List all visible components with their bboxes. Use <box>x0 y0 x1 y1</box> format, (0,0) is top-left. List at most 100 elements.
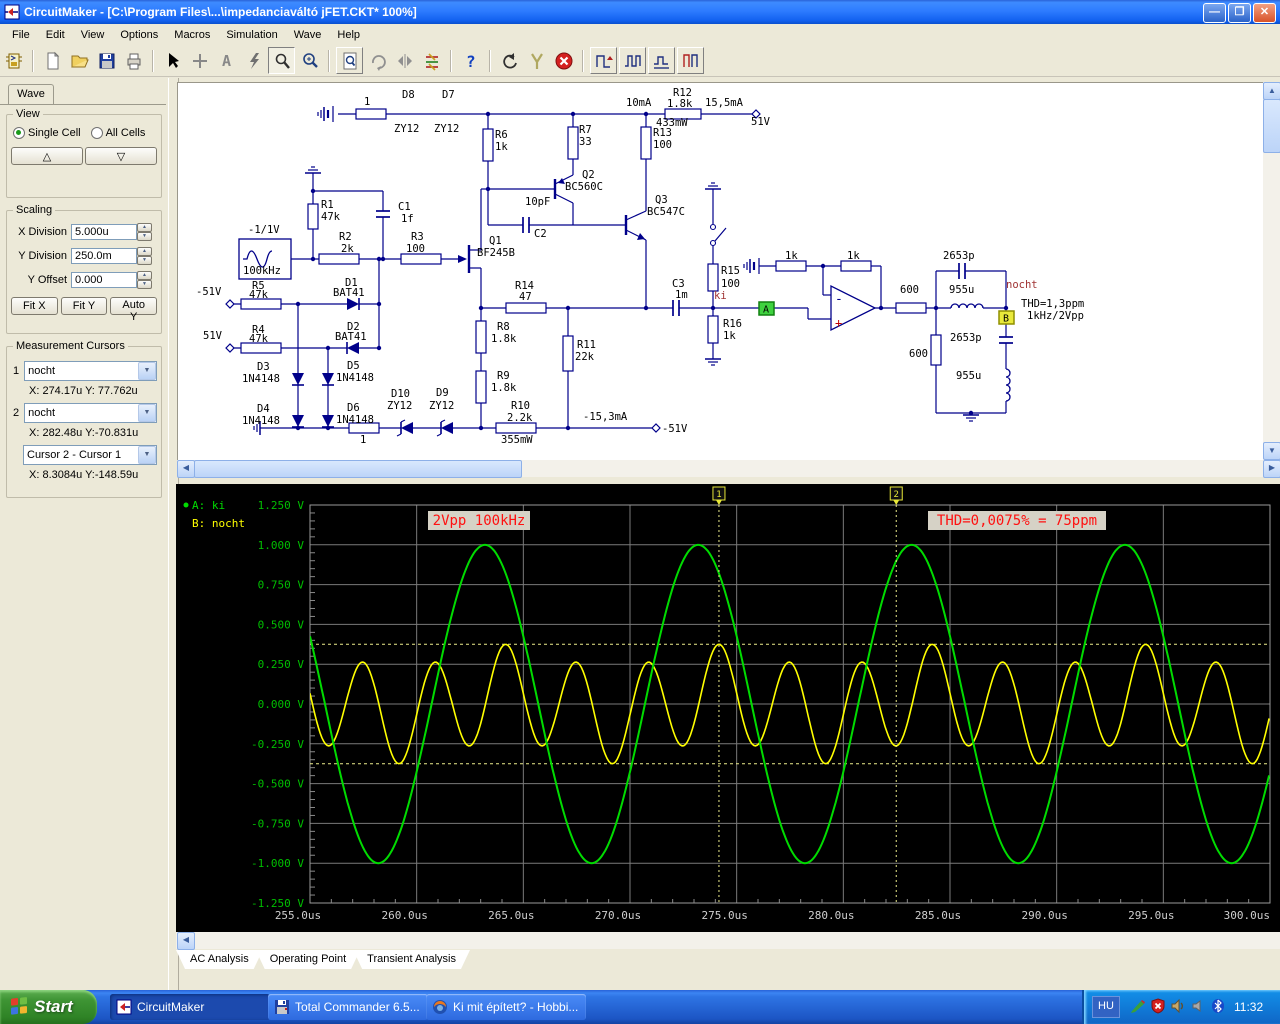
schematic-hscrollbar[interactable]: ◀ ▶ <box>177 460 1280 478</box>
minimize-button[interactable]: — <box>1203 3 1226 23</box>
waveform-digital-icon[interactable] <box>619 47 646 74</box>
schematic-label: -15,3mA <box>583 411 628 423</box>
x-division-spinner[interactable]: ▲ ▼ <box>137 223 152 241</box>
rotate-icon[interactable] <box>365 48 390 73</box>
menu-item-simulation[interactable]: Simulation <box>218 27 285 43</box>
schematic-label: 1k <box>495 141 508 153</box>
tab-transient-analysis[interactable]: Transient Analysis <box>353 950 470 969</box>
cursor-diff-select[interactable]: Cursor 2 - Cursor 1 ▼ <box>23 445 157 465</box>
help-icon[interactable]: ? <box>458 48 483 73</box>
run-options-icon[interactable] <box>419 48 444 73</box>
bluetooth-icon[interactable] <box>1210 998 1226 1017</box>
menu-item-file[interactable]: File <box>4 27 38 43</box>
menu-item-wave[interactable]: Wave <box>286 27 330 43</box>
taskbar: Start CircuitMaker Total Commander 6.5...… <box>0 990 1280 1024</box>
x-division-label: X Division <box>18 226 67 238</box>
text-tool-icon[interactable]: A <box>214 48 239 73</box>
probe-a[interactable]: A <box>758 301 775 316</box>
menu-item-options[interactable]: Options <box>112 27 166 43</box>
start-button[interactable]: Start <box>0 990 97 1024</box>
tab-ac-analysis[interactable]: AC Analysis <box>176 950 263 969</box>
preview-icon[interactable] <box>336 47 363 74</box>
cursor1-select[interactable]: nocht ▼ <box>24 361 157 381</box>
fit-x-button[interactable]: Fit X <box>11 297 58 315</box>
schematic-vscrollbar[interactable]: ▲ ▼ <box>1263 82 1280 460</box>
y-division-input[interactable] <box>71 248 137 264</box>
fit-y-button[interactable]: Fit Y <box>60 297 108 315</box>
probe-tool-icon[interactable] <box>268 47 295 74</box>
chevron-down-icon[interactable]: ▼ <box>138 446 156 464</box>
scroll-up-icon[interactable]: ▲ <box>1263 82 1280 100</box>
x-division-input[interactable] <box>71 224 137 240</box>
tab-operating-point[interactable]: Operating Point <box>256 950 360 969</box>
menu-item-edit[interactable]: Edit <box>38 27 73 43</box>
y-offset-spinner[interactable]: ▲ ▼ <box>137 271 152 289</box>
schematic-label: R10 <box>511 400 530 412</box>
mirror-icon[interactable] <box>392 48 417 73</box>
waveform-step-icon[interactable] <box>590 47 617 74</box>
volume-icon[interactable] <box>1170 998 1186 1017</box>
y-division-spinner[interactable]: ▲ ▼ <box>137 247 152 265</box>
taskbar-task-1[interactable]: CircuitMaker <box>110 994 270 1020</box>
cell-down-button[interactable]: ▽ <box>85 147 157 165</box>
stop-simulation-icon[interactable] <box>551 48 576 73</box>
scroll-left-icon[interactable]: ◀ <box>177 460 195 478</box>
schematic-label: R2 <box>339 231 352 243</box>
delete-tool-icon[interactable] <box>241 48 266 73</box>
chevron-down-icon[interactable]: ▼ <box>138 362 156 380</box>
probe-b[interactable]: B <box>998 310 1015 325</box>
close-button[interactable]: ✕ <box>1253 3 1276 23</box>
print-icon[interactable] <box>121 48 146 73</box>
circuitmaker-icon <box>116 999 132 1015</box>
x-tick-label: 275.0us <box>701 909 747 922</box>
title-bar[interactable]: CircuitMaker - [C:\Program Files\...\imp… <box>0 0 1280 24</box>
pen-icon[interactable] <box>1130 998 1146 1017</box>
language-indicator[interactable]: HU <box>1092 996 1120 1018</box>
parts-browser-icon[interactable] <box>1 48 26 73</box>
auto-y-button[interactable]: Auto Y <box>110 297 158 323</box>
y-tick-label: 1.250 V <box>258 499 305 512</box>
waveform-scrollbar[interactable]: ◀ <box>176 932 1280 950</box>
taskbar-task-2[interactable]: Total Commander 6.5... <box>268 994 428 1020</box>
schematic-label: 955u <box>956 370 981 382</box>
schematic-label: 51V <box>751 116 771 128</box>
waveform-analog-icon[interactable] <box>677 47 704 74</box>
scroll-left-icon[interactable]: ◀ <box>177 932 195 950</box>
schematic-label: 47 <box>519 291 532 303</box>
tab-wave[interactable]: Wave <box>8 84 54 105</box>
radio-single-cell[interactable]: Single Cell <box>13 127 81 139</box>
zoom-tool-icon[interactable] <box>297 48 322 73</box>
chevron-down-icon[interactable]: ▼ <box>138 404 156 422</box>
select-arrow-icon[interactable] <box>160 48 185 73</box>
schematic-canvas[interactable]: -+AB1D8ZY12D7ZY12 R61kR73310mAR121.8k 15,5… <box>178 83 1264 460</box>
menu-item-help[interactable]: Help <box>329 27 368 43</box>
hscroll-thumb[interactable] <box>194 460 522 478</box>
waveform-mixed-icon[interactable] <box>648 47 675 74</box>
wire-tool-icon[interactable] <box>187 48 212 73</box>
menu-item-view[interactable]: View <box>73 27 113 43</box>
y-tick-label: -0.500 V <box>251 778 304 791</box>
schematic-label: R3 <box>411 231 424 243</box>
cursor2-select[interactable]: nocht ▼ <box>24 403 157 423</box>
open-icon[interactable] <box>67 48 92 73</box>
scroll-down-icon[interactable]: ▼ <box>1263 442 1280 460</box>
scope-probe-icon[interactable] <box>524 48 549 73</box>
radio-all-cells[interactable]: All Cells <box>90 127 145 139</box>
scroll-right-icon[interactable]: ▶ <box>1263 460 1280 478</box>
security-shield-icon[interactable] <box>1150 997 1166 1017</box>
legend-b: B: nocht <box>192 517 245 530</box>
new-icon[interactable] <box>40 48 65 73</box>
menu-item-macros[interactable]: Macros <box>166 27 218 43</box>
save-icon[interactable] <box>94 48 119 73</box>
restore-button[interactable]: ❐ <box>1228 3 1251 23</box>
schematic-label: R16 <box>723 318 742 330</box>
waveform-plot[interactable]: 1.250 V 1.000 V 0.750 V 0.500 V 0.250 V 0.000… <box>176 484 1280 932</box>
vscroll-thumb[interactable] <box>1263 99 1280 153</box>
y-offset-input[interactable] <box>71 272 137 288</box>
x-tick-label: 265.0us <box>488 909 534 922</box>
taskbar-task-3[interactable]: Ki mit épített? - Hobbi... <box>426 994 586 1020</box>
cell-up-button[interactable]: △ <box>11 147 83 165</box>
wave-panel: Wave View Single Cell All Cells △ ▽ Scal… <box>0 78 170 990</box>
reset-icon[interactable] <box>497 48 522 73</box>
speaker-icon[interactable] <box>1190 998 1206 1017</box>
